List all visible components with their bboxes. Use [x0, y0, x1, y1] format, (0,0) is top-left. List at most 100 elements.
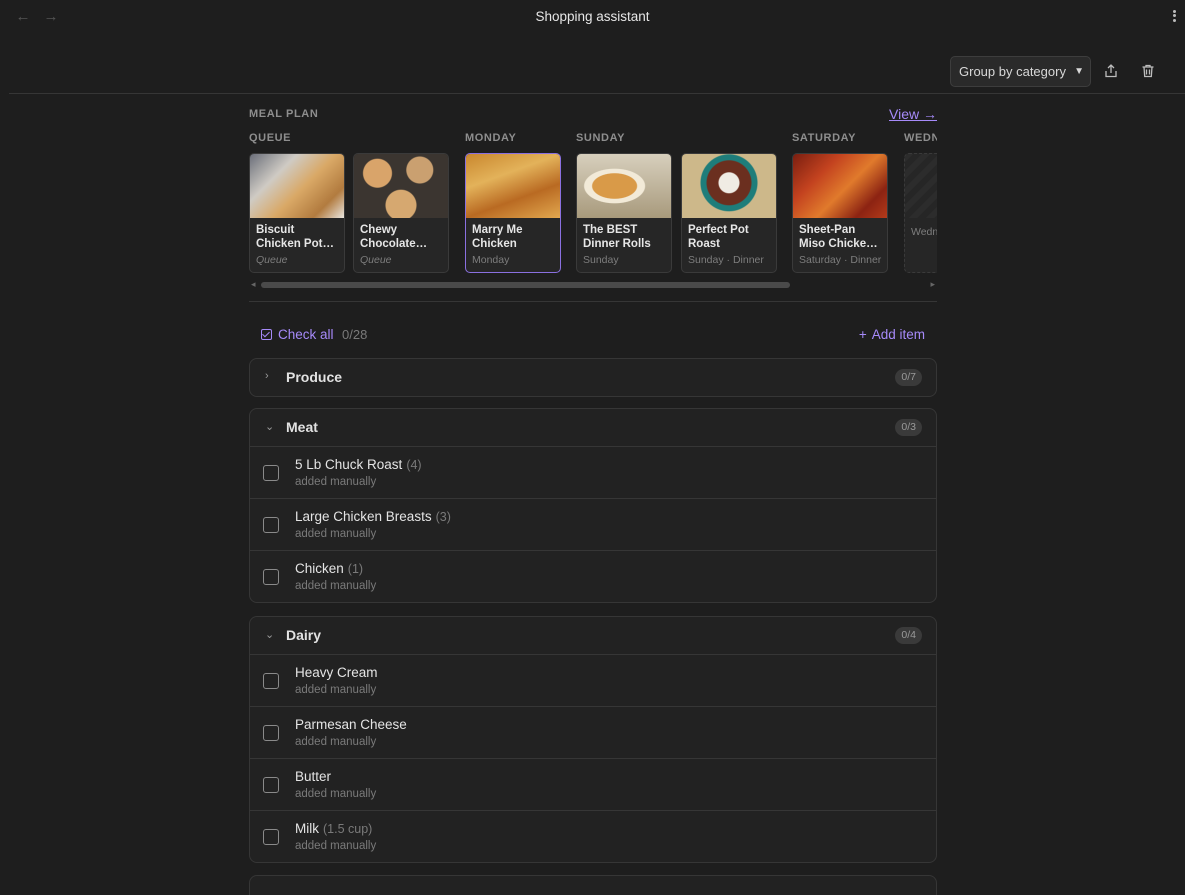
meal-card[interactable]: Chewy Chocolate… Queue — [353, 153, 449, 273]
empty-photo — [905, 154, 937, 218]
title-bar: ← → Shopping assistant — [0, 0, 1185, 34]
chevron-right-icon: › — [265, 370, 269, 382]
item-quantity: (4) — [406, 458, 422, 472]
share-icon[interactable] — [1103, 63, 1119, 79]
category-name: Meat — [286, 419, 318, 435]
column-label-queue: QUEUE — [249, 132, 292, 144]
item-note: added manually — [295, 476, 377, 488]
chevron-down-icon: ⌄ — [265, 629, 275, 641]
meal-card-placeholder[interactable]: Wedn — [904, 153, 937, 273]
checked-count: 0/28 — [342, 327, 368, 342]
category-count-badge: 0/4 — [895, 627, 922, 644]
meal-card[interactable]: Perfect Pot Roast Sunday · Dinner — [681, 153, 777, 273]
check-all-label: Check all — [278, 327, 334, 342]
recipe-photo — [577, 154, 671, 218]
category-header[interactable]: ⌄ Meat 0/3 — [250, 409, 936, 446]
list-item: Butter added manually — [250, 758, 936, 810]
item-name: Large Chicken Breasts — [295, 509, 432, 524]
category-count-badge: 0/7 — [895, 369, 922, 386]
recipe-photo — [466, 154, 560, 218]
meal-card-name: Sheet-Pan Miso Chicke… — [799, 224, 878, 250]
meal-plan-carousel[interactable]: QUEUE MONDAY SUNDAY SATURDAY WEDN Biscui… — [249, 132, 937, 276]
group-by-select[interactable]: Group by category ▼ — [950, 56, 1091, 87]
meal-card-name: Biscuit Chicken Pot… — [256, 224, 334, 250]
item-note: added manually — [295, 736, 377, 748]
category-group-dairy: ⌄ Dairy 0/4 Heavy Cream added manually P… — [249, 616, 937, 863]
meal-card-name: Chewy Chocolate… — [360, 224, 428, 250]
item-checkbox[interactable] — [263, 569, 279, 585]
item-name: Heavy Cream — [295, 665, 378, 680]
meal-plan-view-link[interactable]: View → — [889, 106, 937, 122]
recipe-photo — [682, 154, 776, 218]
item-checkbox[interactable] — [263, 777, 279, 793]
list-item: 5 Lb Chuck Roast (4) added manually — [250, 446, 936, 498]
category-name: Dairy — [286, 627, 322, 643]
meal-card-day: Queue — [256, 254, 288, 266]
item-name: 5 Lb Chuck Roast — [295, 457, 403, 472]
add-item-button[interactable]: + Add item — [859, 327, 925, 342]
meal-card[interactable]: Marry Me Chicken Monday — [465, 153, 561, 273]
item-checkbox[interactable] — [263, 673, 279, 689]
category-group-produce: › Produce 0/7 — [249, 358, 937, 397]
item-checkbox[interactable] — [263, 725, 279, 741]
column-label-sunday: SUNDAY — [576, 132, 626, 144]
item-quantity: (1) — [347, 562, 364, 576]
item-name: Parmesan Cheese — [295, 717, 407, 732]
trash-icon[interactable] — [1140, 63, 1156, 79]
meal-card-day: Wedn — [911, 226, 937, 238]
item-note: added manually — [295, 580, 377, 592]
recipe-photo — [793, 154, 887, 218]
item-checkbox[interactable] — [263, 517, 279, 533]
check-all-button[interactable]: Check all — [261, 327, 334, 342]
add-item-label: Add item — [871, 327, 925, 342]
column-label-monday: MONDAY — [465, 132, 517, 144]
category-header[interactable]: ⌄ Dairy 0/4 — [250, 617, 936, 654]
meal-card-day: Saturday · Dinner — [799, 254, 882, 266]
plus-icon: + — [858, 327, 867, 342]
item-note: added manually — [295, 528, 377, 540]
list-item: Chicken (1) added manually — [250, 550, 936, 602]
scrollbar-thumb[interactable] — [261, 282, 790, 288]
chevron-down-icon: ⌄ — [265, 421, 275, 433]
item-checkbox[interactable] — [263, 465, 279, 481]
category-count-badge: 0/3 — [895, 419, 922, 436]
recipe-photo — [250, 154, 344, 218]
recipe-photo — [354, 154, 448, 218]
meal-card[interactable]: The BEST Dinner Rolls Sunday — [576, 153, 672, 273]
item-name: Chicken — [295, 561, 344, 576]
item-note: added manually — [295, 840, 377, 852]
scroll-right-icon[interactable]: ▸ — [930, 279, 935, 290]
column-label-saturday: SATURDAY — [792, 132, 857, 144]
meal-card[interactable]: Biscuit Chicken Pot… Queue — [249, 153, 345, 273]
meal-card-name: Marry Me Chicken — [472, 224, 523, 250]
chevron-down-icon: ▼ — [1074, 66, 1084, 77]
item-checkbox[interactable] — [263, 829, 279, 845]
toolbar: Group by category ▼ — [9, 50, 1185, 94]
meal-card[interactable]: Sheet-Pan Miso Chicke… Saturday · Dinner — [792, 153, 888, 273]
divider — [249, 301, 937, 302]
list-item: Heavy Cream added manually — [250, 654, 936, 706]
list-item: Parmesan Cheese added manually — [250, 706, 936, 758]
list-item: Milk (1.5 cup) added manually — [250, 810, 936, 862]
checkbox-checked-icon — [261, 329, 272, 340]
meal-card-day: Queue — [360, 254, 392, 266]
item-note: added manually — [295, 788, 377, 800]
scroll-left-icon[interactable]: ◂ — [251, 279, 256, 290]
category-group-meat: ⌄ Meat 0/3 5 Lb Chuck Roast (4) added man… — [249, 408, 937, 603]
carousel-scrollbar[interactable]: ◂ ▸ — [249, 279, 937, 290]
group-by-value: Group by category — [959, 64, 1066, 79]
meal-card-day: Monday — [472, 254, 510, 266]
window-title: Shopping assistant — [535, 9, 650, 24]
category-group-next — [249, 875, 937, 895]
meal-plan-heading: MEAL PLAN — [249, 108, 319, 120]
item-note: added manually — [295, 684, 377, 696]
item-name: Milk — [295, 821, 319, 836]
meal-card-day: Sunday · Dinner — [688, 254, 764, 266]
category-name: Produce — [286, 369, 343, 385]
item-quantity: (3) — [435, 510, 451, 524]
meal-card-day: Sunday — [583, 254, 619, 266]
category-header[interactable]: › Produce 0/7 — [250, 359, 936, 396]
more-options-icon[interactable] — [1169, 8, 1179, 26]
meal-card-name: The BEST Dinner Rolls — [583, 224, 651, 250]
column-label-wednesday: WEDN — [904, 132, 937, 144]
